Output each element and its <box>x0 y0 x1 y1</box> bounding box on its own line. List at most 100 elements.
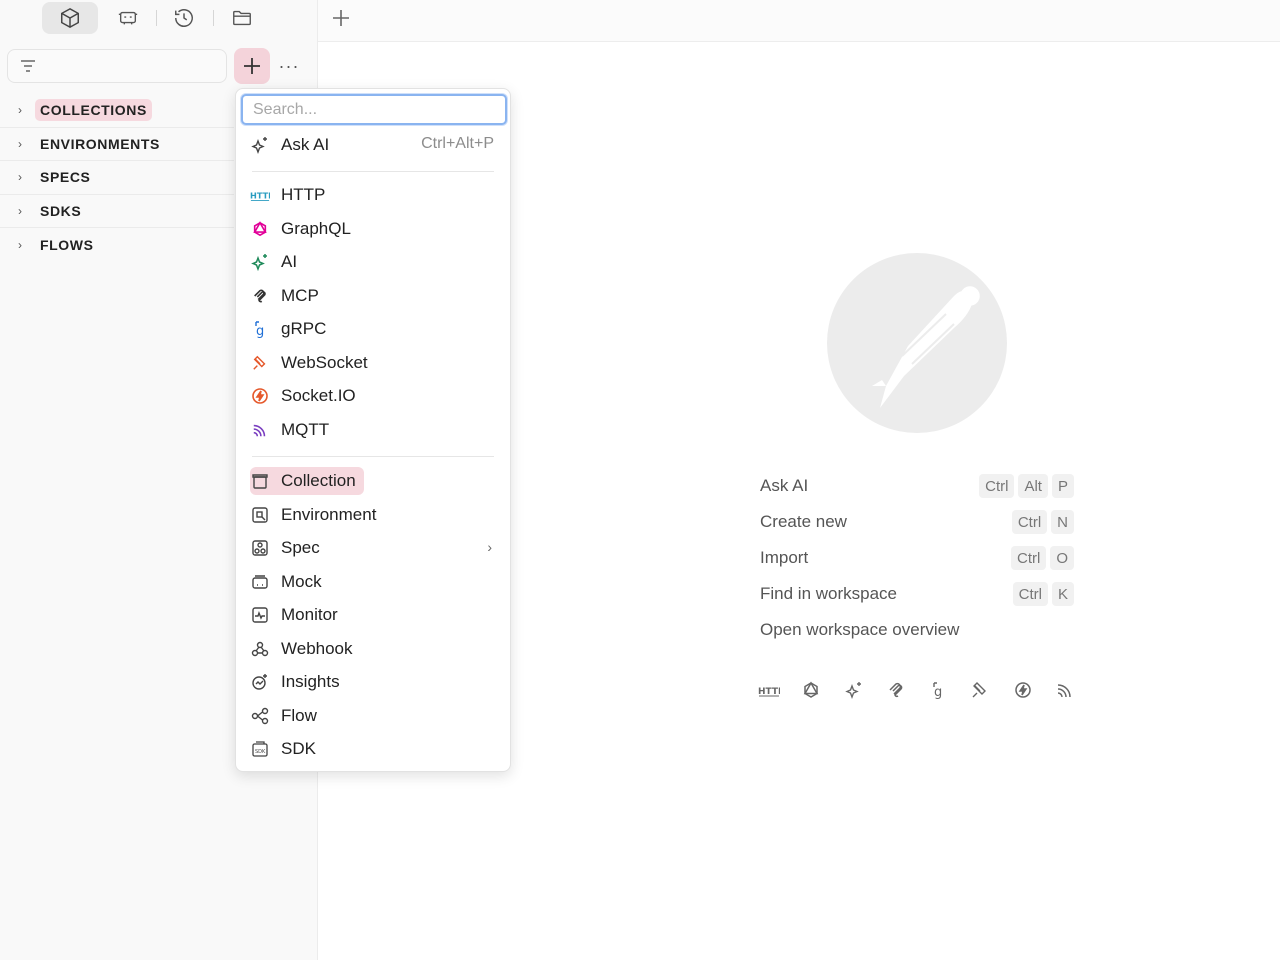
menu-item-mqtt[interactable]: MQTT <box>250 416 329 444</box>
shortcut-open-workspace-overview[interactable]: Open workspace overview <box>760 617 1074 643</box>
shortcut-ask-ai[interactable]: Ask AI Ctrl Alt P <box>760 473 1074 499</box>
menu-item-mcp[interactable]: MCP <box>250 282 319 310</box>
socketio-icon <box>250 386 270 406</box>
mcp-icon[interactable] <box>884 678 908 702</box>
sidebar-item-label: FLOWS <box>40 237 94 254</box>
menu-divider <box>252 456 494 457</box>
key-badge: Alt <box>1018 474 1048 498</box>
ai-sparkle-icon <box>250 252 270 272</box>
menu-item-label: GraphQL <box>281 219 351 238</box>
menu-item-label: MCP <box>281 286 319 305</box>
menu-item-label: Webhook <box>281 639 353 658</box>
menu-item-insights[interactable]: Insights <box>250 668 340 696</box>
menu-item-label: Ask AI <box>281 135 330 154</box>
key-badge: Ctrl <box>1012 582 1048 606</box>
websocket-icon[interactable] <box>968 678 992 702</box>
menu-item-spec[interactable]: Spec <box>250 534 320 562</box>
sidebar-item-flows[interactable]: › FLOWS <box>0 228 234 262</box>
sidebar-item-sdks[interactable]: › SDKS <box>0 195 234 229</box>
webhook-icon <box>250 639 270 659</box>
menu-item-monitor[interactable]: Monitor <box>250 601 338 629</box>
key-badge: P <box>1051 474 1074 498</box>
mqtt-icon[interactable] <box>1053 678 1077 702</box>
http-icon[interactable]: HTTP <box>757 678 781 702</box>
sidebar-item-collections[interactable]: › COLLECTIONS <box>0 94 234 128</box>
sidebar-filter-input[interactable] <box>7 49 227 83</box>
menu-item-label: Monitor <box>281 605 338 624</box>
new-tab-button[interactable] <box>326 3 356 33</box>
mcp-icon <box>250 286 270 306</box>
key-badge: Ctrl <box>1011 546 1047 570</box>
shortcut-import[interactable]: Import Ctrl O <box>760 545 1074 571</box>
environment-icon <box>250 505 270 525</box>
menu-item-ai[interactable]: AI <box>250 248 297 276</box>
menu-divider <box>252 171 494 172</box>
menu-item-environment[interactable]: Environment <box>250 501 376 529</box>
websocket-icon <box>250 353 270 373</box>
history-icon[interactable] <box>156 2 212 34</box>
grpc-icon[interactable]: g <box>926 678 950 702</box>
tab-bar <box>318 0 1280 42</box>
ai-sparkle-icon <box>250 135 270 155</box>
menu-item-mock[interactable]: Mock <box>250 568 322 596</box>
menu-item-label: Mock <box>281 572 322 591</box>
key-badge: N <box>1051 510 1074 534</box>
menu-item-http[interactable]: HTTP HTTP <box>250 181 325 209</box>
create-new-button[interactable] <box>234 48 270 84</box>
postman-logo <box>827 253 1007 433</box>
shortcut-create-new[interactable]: Create new Ctrl N <box>760 509 1074 535</box>
mock-icon <box>250 572 270 592</box>
more-options-button[interactable]: ··· <box>275 52 303 80</box>
http-icon: HTTP <box>250 185 270 205</box>
menu-item-label: MQTT <box>281 420 330 439</box>
shortcut-find-in-workspace[interactable]: Find in workspace Ctrl K <box>760 581 1074 607</box>
chevron-right-icon: › <box>18 103 22 118</box>
chevron-right-icon: › <box>487 539 492 555</box>
collections-cube-icon[interactable] <box>42 2 98 34</box>
menu-item-flow[interactable]: Flow <box>250 702 317 730</box>
menu-item-socketio[interactable]: Socket.IO <box>250 382 356 410</box>
graphql-icon <box>250 219 270 239</box>
sidebar-item-specs[interactable]: › SPECS <box>0 161 234 195</box>
menu-item-graphql[interactable]: GraphQL <box>250 215 351 243</box>
chevron-right-icon: › <box>18 204 22 219</box>
folder-icon[interactable] <box>214 2 270 34</box>
shortcut-label: Ask AI <box>760 476 809 495</box>
socketio-icon[interactable] <box>1011 678 1035 702</box>
graphql-icon[interactable] <box>799 678 823 702</box>
menu-item-label: SDK <box>281 739 316 758</box>
ai-sparkle-icon[interactable] <box>842 678 866 702</box>
monitor-icon <box>250 605 270 625</box>
menu-item-label: Spec <box>281 538 320 557</box>
filter-icon <box>21 60 35 72</box>
flow-icon <box>250 706 270 726</box>
key-badge: K <box>1051 582 1074 606</box>
chevron-right-icon: › <box>18 238 22 253</box>
menu-item-grpc[interactable]: g gRPC <box>250 315 326 343</box>
grpc-icon: g <box>250 319 270 339</box>
sidebar-item-environments[interactable]: › ENVIRONMENTS <box>0 128 234 162</box>
chevron-right-icon: › <box>18 136 22 151</box>
svg-text:g: g <box>934 685 942 699</box>
sdk-icon: SDK <box>250 739 270 759</box>
menu-item-label: Flow <box>281 706 317 725</box>
shortcut-label: Open workspace overview <box>760 620 960 639</box>
menu-item-label: Collection <box>281 471 356 490</box>
menu-item-ask-ai[interactable]: Ask AI <box>250 131 329 159</box>
ask-ai-shortcut: Ctrl+Alt+P <box>421 135 494 152</box>
menu-item-label: AI <box>281 252 298 271</box>
menu-item-label: gRPC <box>281 319 327 338</box>
menu-item-websocket[interactable]: WebSocket <box>250 349 368 377</box>
shortcut-label: Find in workspace <box>760 584 898 603</box>
insights-icon <box>250 672 270 692</box>
menu-item-sdk[interactable]: SDK SDK <box>250 735 316 763</box>
dropdown-search-input[interactable] <box>241 94 507 125</box>
protocol-icons-row: HTTP g <box>757 678 1077 702</box>
spec-icon <box>250 538 270 558</box>
sidebar-item-label: COLLECTIONS <box>35 99 152 122</box>
menu-item-collection[interactable]: Collection <box>250 467 364 495</box>
svg-text:SDK: SDK <box>255 749 266 755</box>
environments-icon[interactable] <box>100 2 156 34</box>
sidebar-item-label: SPECS <box>40 169 91 186</box>
menu-item-webhook[interactable]: Webhook <box>250 635 353 663</box>
